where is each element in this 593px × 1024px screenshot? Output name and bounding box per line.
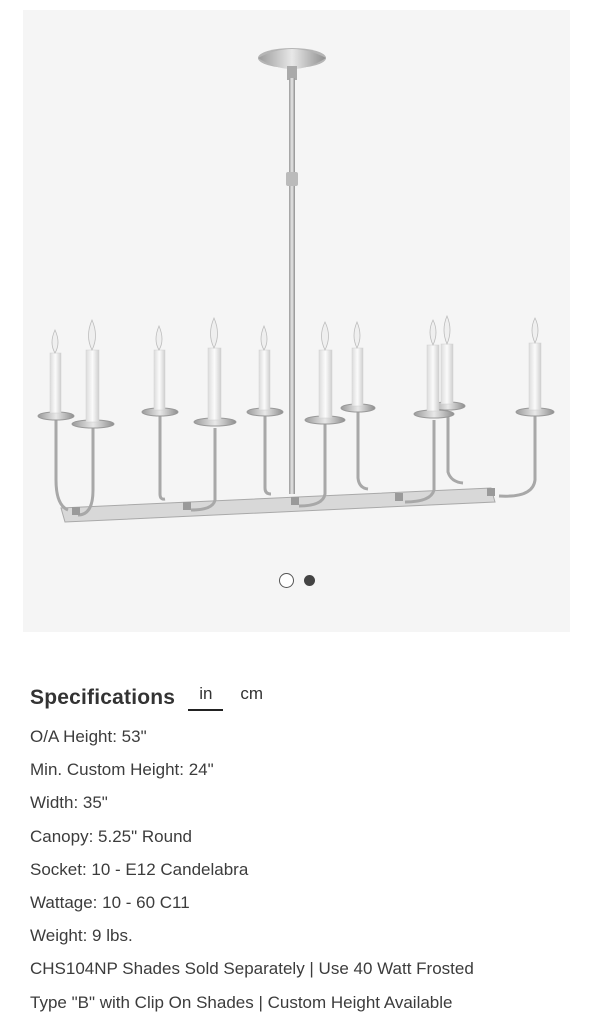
spec-socket: Socket: 10 - E12 Candelabra bbox=[30, 859, 249, 879]
spec-wattage: Wattage: 10 - 60 C11 bbox=[30, 893, 190, 913]
carousel-dot-1[interactable] bbox=[278, 573, 294, 588]
product-gallery[interactable] bbox=[23, 10, 570, 632]
specifications-title: Specifications bbox=[30, 686, 176, 709]
carousel-dots bbox=[23, 573, 570, 588]
spec-oa-height: O/A Height: 53" bbox=[30, 727, 147, 746]
unit-tab-in[interactable]: in bbox=[187, 684, 224, 711]
spec-list: O/A Height: 53" Min. Custom Height: 24" … bbox=[30, 720, 570, 1019]
unit-tab-cm[interactable]: cm bbox=[240, 684, 263, 710]
spec-note-line-1: CHS104NP Shades Sold Separately | Use 40… bbox=[30, 959, 474, 979]
specifications-section: Specifications in cm O/A Height: 53" Min… bbox=[30, 676, 570, 1019]
spec-canopy: Canopy: 5.25" Round bbox=[30, 826, 192, 846]
spec-width: Width: 35" bbox=[30, 793, 108, 813]
spec-note-line-2: Type "B" with Clip On Shades | Custom He… bbox=[30, 992, 453, 1012]
spec-weight: Weight: 9 lbs. bbox=[30, 926, 133, 946]
product-image bbox=[37, 48, 555, 523]
specifications-header: Specifications in cm bbox=[30, 676, 570, 711]
spec-min-custom-height: Min. Custom Height: 24" bbox=[30, 760, 214, 780]
carousel-dot-2[interactable] bbox=[303, 575, 315, 586]
